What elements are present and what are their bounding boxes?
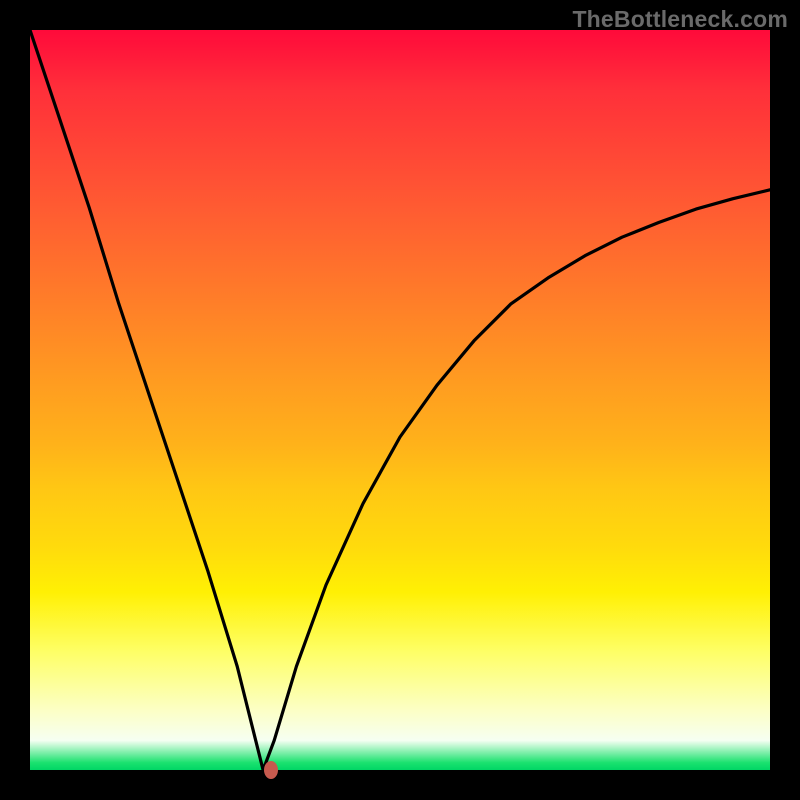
optimum-marker	[264, 761, 278, 779]
watermark-text: TheBottleneck.com	[572, 6, 788, 33]
bottleneck-curve	[30, 30, 770, 770]
chart-frame: TheBottleneck.com	[0, 0, 800, 800]
